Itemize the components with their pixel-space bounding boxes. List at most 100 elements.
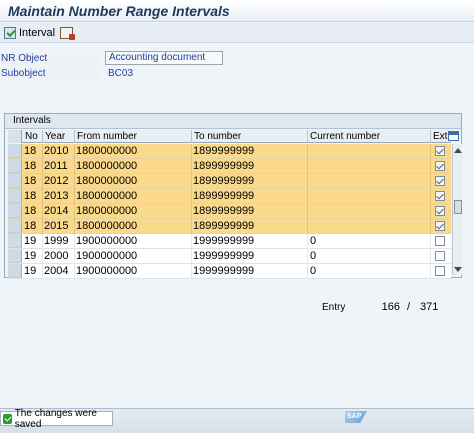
table-row[interactable]: 19 2000 1900000000 1999999999 0 — [8, 249, 451, 264]
table-row[interactable]: 18 2014 1800000000 1899999999 — [8, 204, 451, 219]
grid-line — [42, 204, 43, 219]
cell-from-number: 1800000000 — [76, 160, 138, 172]
table-settings-icon[interactable] — [448, 131, 459, 141]
cell-year: 2014 — [44, 205, 69, 217]
row-selector[interactable] — [8, 174, 22, 188]
column-separator — [191, 130, 192, 143]
success-check-icon — [3, 413, 12, 424]
cell-from-number: 1900000000 — [76, 235, 138, 247]
grid-line — [307, 249, 308, 264]
grid-line — [307, 174, 308, 189]
column-header-ext[interactable]: Ext — [433, 131, 447, 143]
grid-line — [191, 219, 192, 234]
scroll-thumb[interactable] — [454, 200, 462, 214]
table-header: No Year From number To number Current nu… — [8, 130, 451, 143]
table-row[interactable]: 19 1999 1900000000 1999999999 0 — [8, 234, 451, 249]
grid-line — [191, 204, 192, 219]
cell-year: 2011 — [44, 160, 68, 172]
intervals-table-body: 18 2010 1800000000 1899999999 18 2011 18… — [8, 144, 451, 279]
grid-line — [430, 249, 431, 264]
row-selector[interactable] — [8, 249, 22, 263]
grid-line — [42, 264, 43, 279]
grid-line — [191, 159, 192, 174]
grid-line — [42, 234, 43, 249]
grid-line — [74, 204, 75, 219]
grid-line — [74, 174, 75, 189]
column-header-to-number[interactable]: To number — [194, 131, 241, 143]
vertical-scrollbar[interactable] — [452, 144, 462, 275]
row-selector[interactable] — [8, 219, 22, 233]
grid-line — [74, 159, 75, 174]
column-header-year[interactable]: Year — [45, 131, 65, 143]
interval-button[interactable]: Interval — [4, 25, 55, 41]
subobject-value: BC03 — [108, 68, 134, 79]
intervals-panel-title: Intervals — [5, 114, 461, 129]
ext-checkbox[interactable] — [435, 191, 445, 201]
grid-line — [307, 159, 308, 174]
row-selector[interactable] — [8, 144, 22, 158]
row-selector[interactable] — [8, 264, 22, 278]
column-separator — [42, 130, 43, 143]
status-bar: The changes were saved SAP — [0, 408, 474, 433]
grid-line — [42, 189, 43, 204]
row-selector[interactable] — [8, 234, 22, 248]
cell-no: 18 — [24, 190, 37, 202]
grid-line — [430, 189, 431, 204]
grid-line — [307, 264, 308, 279]
cell-to-number: 1899999999 — [193, 175, 255, 187]
sap-logo: SAP — [345, 411, 367, 423]
column-header-from-number[interactable]: From number — [77, 131, 137, 143]
nr-object-field[interactable]: Accounting document — [105, 51, 223, 65]
grid-line — [191, 144, 192, 159]
grid-line — [74, 264, 75, 279]
scroll-down-icon[interactable] — [454, 267, 462, 272]
column-header-no[interactable]: No — [25, 131, 38, 143]
row-selector[interactable] — [8, 189, 22, 203]
cell-to-number: 1899999999 — [193, 220, 255, 232]
ext-checkbox[interactable] — [435, 266, 445, 276]
row-selector[interactable] — [8, 159, 22, 173]
cell-year: 2012 — [44, 175, 69, 187]
grid-line — [74, 219, 75, 234]
grid-line — [42, 249, 43, 264]
table-row[interactable]: 18 2011 1800000000 1899999999 — [8, 159, 451, 174]
cell-current-number: 0 — [310, 265, 317, 277]
cell-no: 19 — [24, 265, 37, 277]
grid-line — [307, 234, 308, 249]
ext-checkbox[interactable] — [435, 236, 445, 246]
cell-year: 2004 — [44, 265, 69, 277]
row-selector[interactable] — [8, 204, 22, 218]
grid-line — [74, 234, 75, 249]
ext-checkbox[interactable] — [435, 176, 445, 186]
cell-to-number: 1899999999 — [193, 205, 255, 217]
grid-line — [430, 174, 431, 189]
application-toolbar: Interval — [0, 23, 474, 43]
select-all-cell[interactable] — [8, 130, 22, 143]
cell-current-number: 0 — [310, 235, 317, 247]
ext-checkbox[interactable] — [435, 221, 445, 231]
column-separator — [430, 130, 431, 143]
cell-to-number: 1899999999 — [193, 190, 255, 202]
overlap-button[interactable] — [60, 25, 76, 41]
cell-current-number: 0 — [310, 250, 317, 262]
ext-checkbox[interactable] — [435, 206, 445, 216]
scroll-up-icon[interactable] — [454, 148, 462, 153]
column-header-current-number[interactable]: Current number — [310, 131, 380, 143]
grid-line — [191, 234, 192, 249]
ext-checkbox[interactable] — [435, 251, 445, 261]
table-row[interactable]: 18 2010 1800000000 1899999999 — [8, 144, 451, 159]
column-separator — [74, 130, 75, 143]
table-row[interactable]: 19 2004 1900000000 1999999999 0 — [8, 264, 451, 279]
grid-line — [191, 189, 192, 204]
interval-button-label: Interval — [19, 27, 56, 39]
grid-line — [430, 159, 431, 174]
table-row[interactable]: 18 2015 1800000000 1899999999 — [8, 219, 451, 234]
ext-checkbox[interactable] — [435, 161, 445, 171]
table-row[interactable]: 18 2012 1800000000 1899999999 — [8, 174, 451, 189]
table-row[interactable]: 18 2013 1800000000 1899999999 — [8, 189, 451, 204]
cell-from-number: 1800000000 — [76, 220, 138, 232]
ext-checkbox[interactable] — [435, 146, 445, 156]
status-message[interactable]: The changes were saved — [0, 408, 113, 430]
column-separator — [307, 130, 308, 143]
status-message-text: The changes were saved — [14, 407, 97, 430]
